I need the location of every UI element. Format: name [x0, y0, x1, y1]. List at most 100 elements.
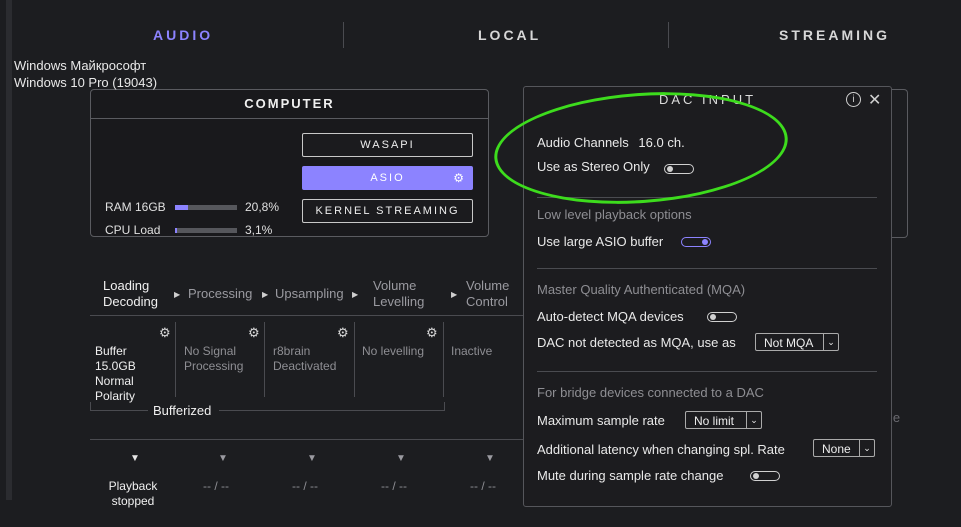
ram-label: RAM 16GB — [105, 200, 166, 214]
bracket-left — [90, 402, 91, 410]
column-divider — [443, 322, 444, 397]
toggle-knob — [710, 314, 716, 320]
wasapi-button[interactable]: WASAPI — [302, 133, 473, 157]
mute-label: Mute during sample rate change — [537, 468, 724, 483]
section-divider — [537, 268, 877, 269]
not-mqa-value: Not MQA — [764, 336, 814, 350]
col-line: Polarity — [95, 389, 136, 403]
toggle-knob — [702, 239, 708, 245]
step-processing[interactable]: Processing — [188, 286, 252, 302]
col-line: Deactivated — [273, 359, 337, 373]
step-upsampling[interactable]: Upsampling — [275, 286, 344, 302]
large-asio-toggle[interactable] — [681, 237, 711, 247]
chevron-right-icon: ▶ — [174, 290, 181, 299]
not-mqa-label: DAC not detected as MQA, use as — [537, 335, 736, 350]
chevron-down-icon: ⌄ — [746, 412, 761, 428]
latency-value: None — [822, 442, 851, 456]
step-line: Volume — [373, 278, 417, 293]
asio-settings-icon[interactable]: ⚙ — [453, 167, 464, 189]
pipeline-bottom-line — [90, 439, 523, 440]
tab-divider — [668, 22, 669, 48]
step-line: Loading — [103, 278, 150, 293]
max-rate-select[interactable]: No limit ⌄ — [685, 411, 762, 429]
column-divider — [175, 322, 176, 397]
down-arrow-icon: ▼ — [396, 453, 406, 464]
system-line-2: Windows 10 Pro (19043) — [14, 75, 158, 90]
gear-icon[interactable]: ⚙ — [426, 325, 438, 341]
bufferized-label: Bufferized — [153, 403, 212, 418]
col-line: Processing — [184, 359, 244, 373]
ram-value: 20,8% — [245, 200, 280, 214]
col-line: 15.0GB — [95, 359, 136, 373]
cpu-value: 3,1% — [245, 223, 273, 237]
status-placeholder: -- / -- — [470, 479, 496, 493]
tab-divider — [343, 22, 344, 48]
step-line: Volume — [466, 278, 510, 293]
cpu-meter-fill — [175, 228, 178, 233]
playback-status: Playback stopped — [107, 479, 159, 509]
levelling-info: No levelling — [362, 344, 425, 358]
not-mqa-select[interactable]: Not MQA ⌄ — [755, 333, 839, 351]
status-placeholder: -- / -- — [381, 479, 407, 493]
section-divider — [537, 371, 877, 372]
asio-button[interactable]: ASIO ⚙ — [302, 166, 473, 190]
col-line: No Signal — [184, 344, 237, 358]
computer-title: COMPUTER — [91, 90, 488, 119]
chevron-down-icon: ⌄ — [859, 440, 874, 456]
status-placeholder: -- / -- — [203, 479, 229, 493]
pipeline-top-line — [90, 315, 523, 316]
column-divider — [264, 322, 265, 397]
col-line: r8brain — [273, 344, 311, 358]
latency-select[interactable]: None ⌄ — [813, 439, 875, 457]
column-divider — [354, 322, 355, 397]
gear-icon[interactable]: ⚙ — [248, 325, 260, 341]
down-arrow-icon: ▼ — [130, 453, 140, 464]
status-line: Playback — [108, 479, 158, 493]
large-asio-label: Use large ASIO buffer — [537, 234, 664, 249]
chevron-right-icon: ▶ — [262, 290, 269, 299]
chevron-right-icon: ▶ — [451, 290, 458, 299]
step-line: Levelling — [373, 294, 425, 309]
step-line: Decoding — [103, 294, 158, 309]
kernel-streaming-button[interactable]: KERNEL STREAMING — [302, 199, 473, 223]
down-arrow-icon: ▼ — [218, 453, 228, 464]
cpu-label: CPU Load — [105, 223, 161, 237]
down-arrow-icon: ▼ — [485, 453, 495, 464]
auto-mqa-label: Auto-detect MQA devices — [537, 309, 684, 324]
step-volume-control[interactable]: Volume Control — [466, 278, 509, 310]
chevron-down-icon: ⌄ — [823, 334, 838, 350]
bracket-line — [90, 410, 148, 411]
gear-icon[interactable]: ⚙ — [159, 325, 171, 341]
system-line-1: Windows Майкрософт — [14, 58, 147, 73]
ram-meter — [175, 205, 237, 210]
status-placeholder: -- / -- — [292, 479, 318, 493]
cpu-meter — [175, 228, 237, 233]
latency-label: Additional latency when changing spl. Ra… — [537, 442, 785, 457]
ram-meter-fill — [175, 205, 188, 210]
max-rate-label: Maximum sample rate — [537, 413, 665, 428]
system-name: Windows Майкрософт Windows 10 Pro (19043… — [14, 57, 157, 91]
chevron-right-icon: ▶ — [352, 290, 359, 299]
gear-icon[interactable]: ⚙ — [337, 325, 349, 341]
bracket-right — [444, 402, 445, 410]
tab-streaming[interactable]: STREAMING — [779, 27, 890, 43]
info-icon[interactable]: i — [846, 92, 861, 107]
upsampling-info: r8brain Deactivated — [273, 344, 336, 374]
bracket-line — [219, 410, 445, 411]
tab-audio[interactable]: AUDIO — [153, 27, 213, 43]
step-loading-decoding[interactable]: Loading Decoding — [103, 278, 158, 310]
mute-toggle[interactable] — [750, 471, 780, 481]
volume-control-info: Inactive — [451, 344, 493, 358]
buffer-info: Buffer 15.0GB Normal Polarity — [95, 344, 136, 404]
low-level-title: Low level playback options — [537, 207, 692, 222]
step-line: Control — [466, 294, 508, 309]
col-line: Buffer — [95, 344, 127, 358]
step-volume-levelling[interactable]: Volume Levelling — [373, 278, 424, 310]
close-icon[interactable]: ✕ — [868, 90, 881, 110]
down-arrow-icon: ▼ — [307, 453, 317, 464]
processing-info: No Signal Processing — [184, 344, 243, 374]
window-edge — [6, 0, 12, 500]
col-line: Normal — [95, 374, 134, 388]
tab-local[interactable]: LOCAL — [478, 27, 541, 43]
auto-mqa-toggle[interactable] — [707, 312, 737, 322]
